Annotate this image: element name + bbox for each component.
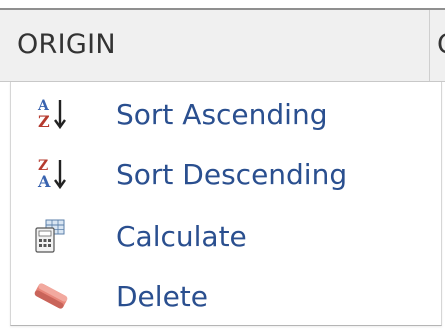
- menu-item-label: Delete: [116, 280, 208, 313]
- eraser-icon: [31, 276, 71, 316]
- menu-item-sort-descending[interactable]: Z A Sort Descending: [11, 144, 441, 204]
- menu-item-sort-ascending[interactable]: A Z Sort Ascending: [11, 84, 441, 144]
- menu-item-label: Sort Ascending: [116, 98, 328, 131]
- column-context-menu: A Z Sort Ascending Z A Sort Descending C…: [10, 82, 442, 326]
- calculator-icon: [31, 216, 71, 256]
- sort-descending-icon: Z A: [31, 154, 71, 194]
- menu-item-calculate[interactable]: Calculate: [11, 206, 441, 266]
- menu-item-delete[interactable]: Delete: [11, 266, 441, 326]
- sort-ascending-icon: A Z: [31, 94, 71, 134]
- menu-item-label: Sort Descending: [116, 158, 348, 191]
- menu-item-label: Calculate: [116, 220, 247, 253]
- next-column-header-label[interactable]: C: [437, 29, 445, 60]
- svg-text:A: A: [37, 172, 51, 191]
- column-header-origin[interactable]: ORIGIN: [0, 10, 430, 81]
- svg-text:Z: Z: [38, 112, 50, 131]
- column-header-label: ORIGIN: [17, 29, 116, 60]
- table-header: ORIGIN C: [0, 10, 445, 82]
- window-top-border: [0, 0, 445, 10]
